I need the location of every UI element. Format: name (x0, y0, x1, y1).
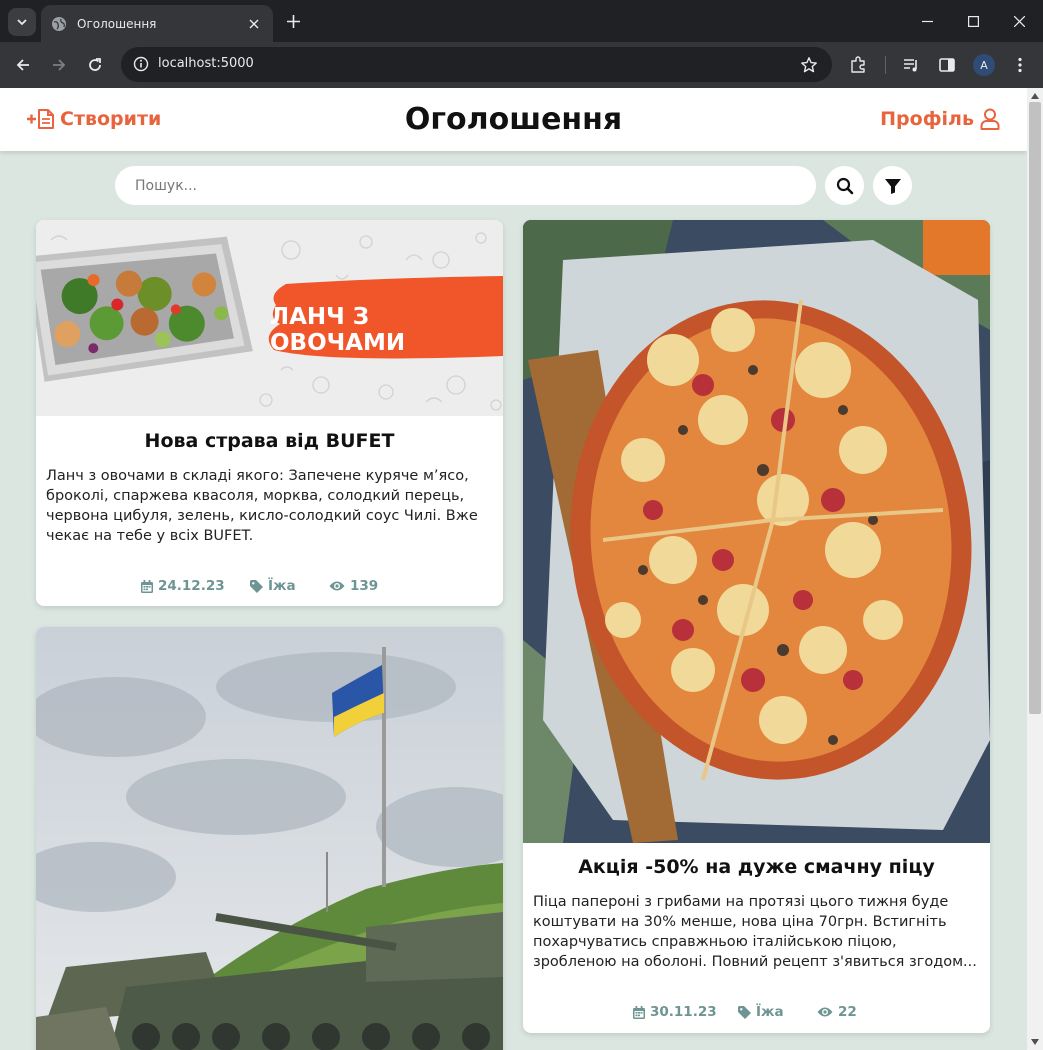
post-date-value: 30.11.23 (650, 1004, 717, 1020)
menu-kebab-icon[interactable] (1007, 52, 1033, 78)
address-bar[interactable]: localhost:5000 (121, 47, 832, 82)
close-icon (1013, 15, 1025, 27)
browser-tab[interactable]: Оголошення (41, 5, 273, 42)
site-header: Створити Оголошення Профіль (0, 88, 1027, 151)
search-input[interactable] (115, 166, 816, 205)
post-category[interactable]: Їжа (250, 578, 296, 594)
bookmark-star-icon[interactable] (798, 54, 820, 76)
site-info-icon[interactable] (129, 52, 153, 76)
post-date: 30.11.23 (633, 1004, 717, 1020)
toolbar-separator (885, 56, 886, 74)
media-controls-icon[interactable] (898, 52, 924, 78)
filter-button[interactable] (873, 166, 912, 205)
calendar-icon (633, 1005, 645, 1019)
globe-icon (51, 16, 67, 32)
url-text: localhost:5000 (158, 56, 254, 71)
post-image (523, 220, 990, 843)
tag-icon (250, 579, 263, 593)
eye-icon (817, 1007, 833, 1017)
profile-avatar[interactable]: A (973, 54, 995, 76)
post-card[interactable]: Акція -50% на дуже смачну піцу Піца папе… (523, 220, 990, 1033)
search-button[interactable] (825, 166, 864, 205)
post-views: 139 (329, 578, 378, 594)
extensions-icon[interactable] (845, 52, 871, 78)
post-image: ЛАНЧ З ОВОЧАМИ (36, 220, 503, 416)
reload-button[interactable] (81, 51, 109, 79)
post-text: Піца папероні з грибами на протязі цього… (533, 894, 977, 970)
reload-icon (89, 58, 101, 71)
post-text: Ланч з овочами в складі якого: Запечене … (46, 468, 478, 544)
eye-icon (329, 581, 345, 591)
chevron-down-icon (17, 19, 27, 26)
close-icon[interactable] (245, 15, 263, 33)
image-caption: ЛАНЧ З ОВОЧАМИ (270, 304, 406, 356)
page-viewport: Створити Оголошення Профіль Пошук... ЛАН… (0, 88, 1027, 1050)
back-button[interactable] (9, 51, 37, 79)
scroll-up-arrow-icon[interactable] (1031, 92, 1039, 100)
tag-icon (738, 1005, 751, 1019)
forward-button[interactable] (45, 51, 73, 79)
post-views-value: 22 (838, 1004, 857, 1020)
profile-button[interactable]: Профіль (880, 108, 1000, 130)
user-icon (980, 108, 1000, 130)
scroll-down-arrow-icon[interactable] (1031, 1038, 1039, 1046)
browser-toolbar: localhost:5000 A (0, 42, 1043, 88)
profile-button-label: Профіль (880, 108, 974, 130)
post-date-value: 24.12.23 (158, 578, 225, 594)
scrollbar-thumb[interactable] (1029, 102, 1041, 714)
arrow-left-icon (16, 59, 29, 71)
page-scrollbar[interactable] (1027, 88, 1043, 1050)
browser-tabstrip: Оголошення (0, 0, 1043, 42)
post-date: 24.12.23 (141, 578, 225, 594)
post-card[interactable] (36, 627, 503, 1050)
post-category-value: Їжа (268, 578, 296, 594)
plus-icon (286, 14, 300, 28)
post-title: Акція -50% на дуже смачну піцу (578, 856, 935, 878)
search-icon (836, 177, 853, 194)
post-title: Нова страва від BUFET (144, 430, 395, 452)
close-window-button[interactable] (1005, 8, 1033, 34)
maximize-button[interactable] (959, 8, 987, 34)
post-category[interactable]: Їжа (738, 1004, 784, 1020)
filter-icon (884, 178, 901, 194)
post-image (36, 627, 503, 1050)
minimize-button[interactable] (913, 8, 941, 34)
post-views-value: 139 (350, 578, 379, 594)
tab-title: Оголошення (77, 16, 157, 31)
tab-search-button[interactable] (8, 8, 36, 36)
new-tab-button[interactable] (282, 10, 304, 32)
post-category-value: Їжа (756, 1004, 784, 1020)
post-views: 22 (817, 1004, 857, 1020)
side-panel-icon[interactable] (934, 52, 960, 78)
page-title: Оголошення (404, 102, 623, 137)
calendar-icon (141, 579, 153, 593)
minimize-icon (921, 20, 933, 22)
post-card[interactable]: ЛАНЧ З ОВОЧАМИ Нова страва від BUFET Лан… (36, 220, 503, 606)
arrow-right-icon (53, 59, 66, 71)
maximize-icon (967, 15, 979, 27)
